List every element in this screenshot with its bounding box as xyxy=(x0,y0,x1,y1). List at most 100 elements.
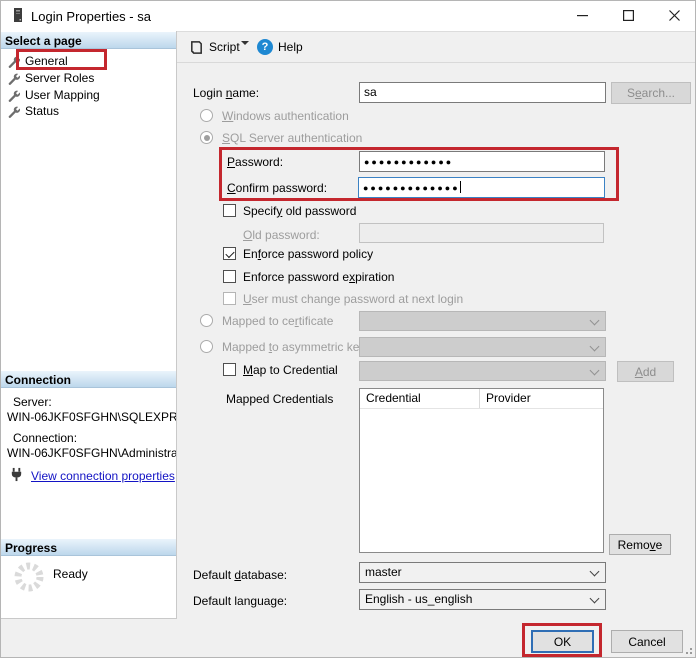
connection-value: WIN-06JKF0SFGHN\Administrator xyxy=(7,446,176,460)
sidebar-item-label: Server Roles xyxy=(25,71,95,85)
search-button-label: Search... xyxy=(626,86,676,100)
sidebar-item-label: General xyxy=(25,54,68,68)
resize-grip[interactable] xyxy=(684,646,692,654)
specify-old-password-checkbox[interactable] xyxy=(223,204,236,217)
wrench-icon xyxy=(8,73,20,85)
wrench-icon xyxy=(8,90,20,102)
sidebar-item-status[interactable]: Status xyxy=(7,103,172,119)
close-icon xyxy=(668,10,680,21)
sql-auth-radio xyxy=(200,131,213,144)
progress-header: Progress xyxy=(1,539,176,556)
default-language-label: Default language: xyxy=(193,594,288,608)
mapped-credentials-label: Mapped Credentials xyxy=(226,392,334,406)
help-button[interactable]: ? Help xyxy=(253,35,307,59)
certificate-combobox xyxy=(359,311,606,331)
search-button: Search... xyxy=(611,82,691,104)
connection-label: Connection: xyxy=(13,431,78,445)
mapped-to-certificate-radio xyxy=(200,314,213,327)
progress-spinner-icon xyxy=(13,561,45,596)
login-name-value: sa xyxy=(364,85,377,99)
sidebar-item-user-mapping[interactable]: User Mapping xyxy=(7,87,172,103)
ok-button-label: OK xyxy=(553,634,572,649)
password-input[interactable]: ●●●●●●●●●●●● xyxy=(359,151,605,172)
windows-auth-label: Windows authentication xyxy=(222,109,349,123)
enforce-password-policy-checkbox[interactable] xyxy=(223,247,236,260)
dialog-toolbar: Script ? Help xyxy=(177,31,695,63)
must-change-password-checkbox xyxy=(223,292,236,305)
column-header-credential: Credential xyxy=(360,389,480,408)
mapped-to-asymmetric-key-label: Mapped to asymmetric key xyxy=(222,340,366,354)
default-language-combobox[interactable]: English - us_english xyxy=(359,589,606,610)
select-a-page-header: Select a page xyxy=(1,32,176,49)
progress-status: Ready xyxy=(53,567,88,581)
sql-auth-label: SQL Server authentication xyxy=(222,131,363,145)
maximize-icon xyxy=(622,10,634,21)
windows-auth-radio xyxy=(200,109,213,122)
enforce-password-expiration-label: Enforce password expiration xyxy=(243,270,395,284)
server-value: WIN-06JKF0SFGHN\SQLEXPRES xyxy=(7,410,176,424)
window-title: Login Properties - sa xyxy=(31,9,151,24)
default-database-label: Default database: xyxy=(193,568,288,582)
enforce-password-policy-label: Enforce password policy xyxy=(243,247,374,261)
confirm-password-input[interactable]: ●●●●●●●●●●●●● xyxy=(358,177,605,198)
chevron-down-icon xyxy=(589,566,600,577)
default-database-value: master xyxy=(365,565,402,579)
cancel-button-label: Cancel xyxy=(628,634,666,649)
enforce-password-expiration-checkbox[interactable] xyxy=(223,270,236,283)
sidebar-item-label: Status xyxy=(25,104,60,118)
connection-header: Connection xyxy=(1,371,176,388)
sidebar: Select a page General Server Roles User … xyxy=(1,31,177,619)
help-label: Help xyxy=(278,40,303,54)
chevron-down-icon xyxy=(241,41,249,59)
password-value: ●●●●●●●●●●●● xyxy=(364,157,454,167)
script-label: Script xyxy=(209,40,240,54)
mapped-credentials-table[interactable]: Credential Provider xyxy=(359,388,604,553)
column-header-provider: Provider xyxy=(486,391,531,405)
wrench-icon xyxy=(8,106,20,118)
minimize-button[interactable] xyxy=(559,1,605,30)
login-name-label: Login name: xyxy=(193,86,260,100)
old-password-input xyxy=(359,223,604,243)
chevron-down-icon xyxy=(589,315,600,326)
confirm-password-value: ●●●●●●●●●●●●● xyxy=(363,183,460,193)
confirm-password-label: Confirm password: xyxy=(227,181,328,195)
asymmetric-key-combobox xyxy=(359,337,606,357)
cancel-button[interactable]: Cancel xyxy=(611,630,683,653)
map-to-credential-label: Map to Credential xyxy=(243,363,338,377)
script-icon xyxy=(191,40,202,54)
login-properties-dialog: Login Properties - sa Select a page Gene… xyxy=(0,0,696,658)
close-button[interactable] xyxy=(651,1,695,30)
text-cursor xyxy=(459,181,461,193)
default-database-combobox[interactable]: master xyxy=(359,562,606,583)
chevron-down-icon xyxy=(589,365,600,376)
script-button[interactable]: Script xyxy=(185,35,244,59)
maximize-button[interactable] xyxy=(605,1,651,30)
chevron-down-icon xyxy=(589,593,600,604)
title-bar: Login Properties - sa xyxy=(1,1,695,32)
server-label: Server: xyxy=(13,395,52,409)
view-connection-properties-link[interactable]: View connection properties xyxy=(31,469,175,483)
add-button-label: Add xyxy=(634,364,657,379)
checkmark-icon xyxy=(225,248,235,258)
add-button: Add xyxy=(617,361,674,382)
must-change-password-label: User must change password at next login xyxy=(243,292,464,306)
password-label: Password: xyxy=(227,155,284,169)
connection-properties-icon xyxy=(9,467,24,485)
remove-button-label: Remove xyxy=(617,537,663,552)
server-icon xyxy=(11,7,25,27)
specify-old-password-label: Specify old password xyxy=(243,204,357,218)
login-name-input[interactable]: sa xyxy=(359,82,606,103)
mapped-to-asymmetric-key-radio xyxy=(200,340,213,353)
table-header-row: Credential Provider xyxy=(360,389,603,409)
ok-button[interactable]: OK xyxy=(531,630,594,653)
chevron-down-icon xyxy=(589,341,600,352)
default-language-value: English - us_english xyxy=(365,592,473,606)
help-icon: ? xyxy=(257,39,273,55)
map-to-credential-checkbox[interactable] xyxy=(223,363,236,376)
sidebar-item-general[interactable]: General xyxy=(7,53,172,69)
remove-button[interactable]: Remove xyxy=(609,534,671,555)
script-dropdown-button[interactable] xyxy=(241,41,249,59)
sidebar-item-server-roles[interactable]: Server Roles xyxy=(7,70,172,86)
mapped-to-certificate-label: Mapped to certificate xyxy=(222,314,334,328)
minimize-icon xyxy=(576,15,588,17)
